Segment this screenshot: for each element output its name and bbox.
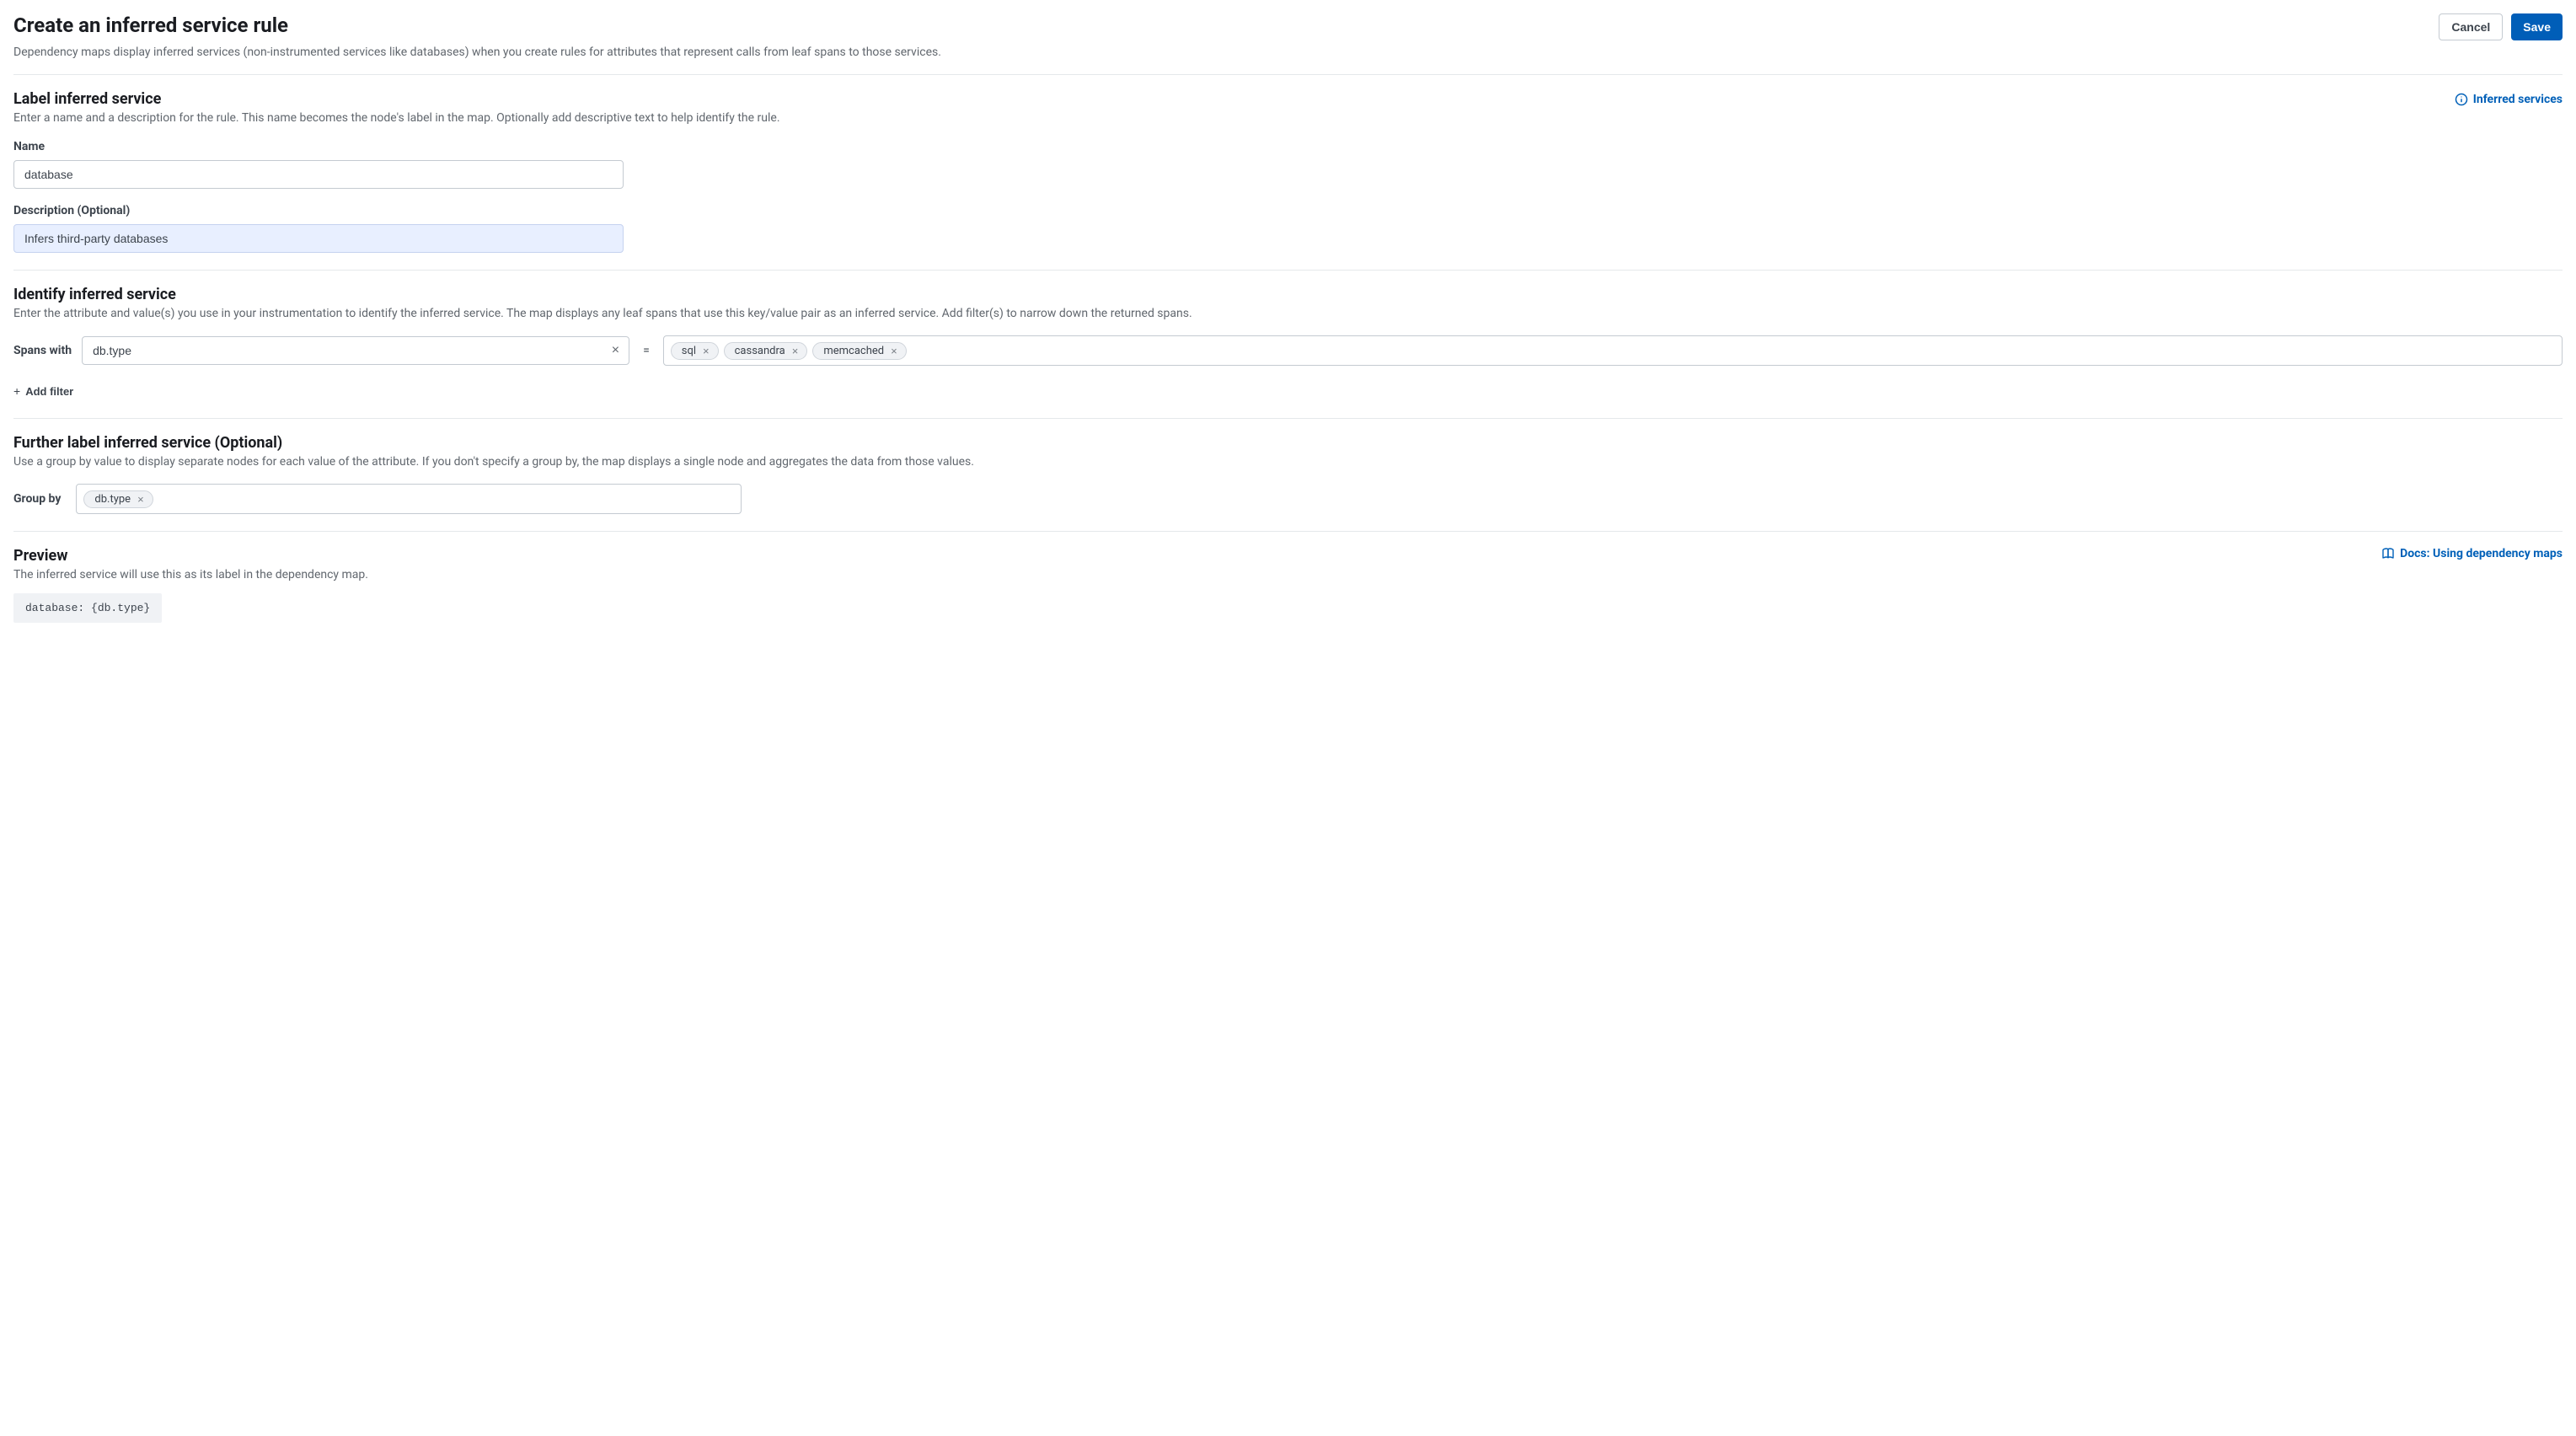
info-icon: [2455, 93, 2468, 106]
close-icon: ×: [891, 345, 897, 357]
name-field-group: Name: [13, 140, 2563, 189]
groupby-row: Group by db.type ×: [13, 484, 2563, 514]
tag-label: db.type: [94, 493, 131, 506]
spans-row: Spans with × = sql × cassandra × memcach…: [13, 335, 2563, 366]
further-section: Further label inferred service (Optional…: [13, 419, 2563, 531]
further-section-title: Further label inferred service (Optional…: [13, 434, 2563, 452]
further-section-desc: Use a group by value to display separate…: [13, 455, 2563, 469]
preview-header-row: Preview The inferred service will use th…: [13, 547, 2563, 593]
docs-link[interactable]: Docs: Using dependency maps: [2381, 547, 2563, 560]
description-field-group: Description (Optional): [13, 204, 2563, 253]
plus-icon: +: [13, 384, 20, 398]
inferred-services-link[interactable]: Inferred services: [2455, 93, 2563, 106]
tag-label: cassandra: [735, 345, 785, 357]
attribute-input-wrapper: ×: [82, 336, 629, 365]
tag-label: sql: [682, 345, 696, 357]
clear-attribute-button[interactable]: ×: [608, 341, 623, 360]
spans-with-label: Spans with: [13, 344, 72, 357]
tag-item: memcached ×: [812, 342, 906, 360]
close-icon: ×: [137, 493, 144, 506]
page-subtitle: Dependency maps display inferred service…: [13, 46, 2563, 59]
name-input[interactable]: [13, 160, 624, 189]
preview-left: Preview The inferred service will use th…: [13, 547, 2381, 593]
page-container: Create an inferred service rule Cancel S…: [13, 13, 2563, 630]
tag-remove-button[interactable]: ×: [701, 346, 711, 356]
equals-symbol: =: [640, 344, 653, 357]
header-buttons: Cancel Save: [2439, 13, 2563, 40]
identify-section-title: Identify inferred service: [13, 286, 2563, 303]
group-by-input[interactable]: db.type ×: [76, 484, 742, 514]
preview-code: database: {db.type}: [13, 593, 162, 623]
save-button[interactable]: Save: [2511, 13, 2563, 40]
name-label: Name: [13, 140, 2563, 153]
tag-item: sql ×: [671, 342, 719, 360]
book-icon: [2381, 547, 2395, 560]
close-icon: ×: [703, 345, 710, 357]
header-row: Create an inferred service rule Cancel S…: [13, 13, 2563, 40]
docs-link-text: Docs: Using dependency maps: [2400, 547, 2563, 560]
preview-section-desc: The inferred service will use this as it…: [13, 568, 2381, 581]
label-section-desc: Enter a name and a description for the r…: [13, 111, 2563, 125]
preview-section: Preview The inferred service will use th…: [13, 532, 2563, 630]
add-filter-button[interactable]: + Add filter: [13, 381, 73, 401]
label-section: Label inferred service Inferred services…: [13, 75, 2563, 270]
attribute-input[interactable]: [82, 336, 629, 365]
page-title: Create an inferred service rule: [13, 13, 288, 37]
tag-remove-button[interactable]: ×: [136, 494, 146, 505]
label-section-title: Label inferred service: [13, 90, 161, 108]
close-icon: ×: [792, 345, 799, 357]
tag-remove-button[interactable]: ×: [889, 346, 899, 356]
identify-section: Identify inferred service Enter the attr…: [13, 271, 2563, 418]
values-input[interactable]: sql × cassandra × memcached ×: [663, 335, 2563, 366]
group-by-label: Group by: [13, 492, 61, 506]
add-filter-label: Add filter: [25, 385, 73, 398]
tag-item: cassandra ×: [724, 342, 808, 360]
tag-item: db.type ×: [83, 490, 153, 508]
tag-label: memcached: [823, 345, 884, 357]
cancel-button[interactable]: Cancel: [2439, 13, 2503, 40]
label-section-header: Label inferred service Inferred services: [13, 90, 2563, 108]
identify-section-desc: Enter the attribute and value(s) you use…: [13, 307, 2563, 320]
description-input[interactable]: [13, 224, 624, 253]
close-icon: ×: [612, 343, 619, 357]
description-label: Description (Optional): [13, 204, 2563, 217]
preview-section-title: Preview: [13, 547, 2381, 565]
tag-remove-button[interactable]: ×: [790, 346, 801, 356]
inferred-services-link-text: Inferred services: [2473, 93, 2563, 106]
